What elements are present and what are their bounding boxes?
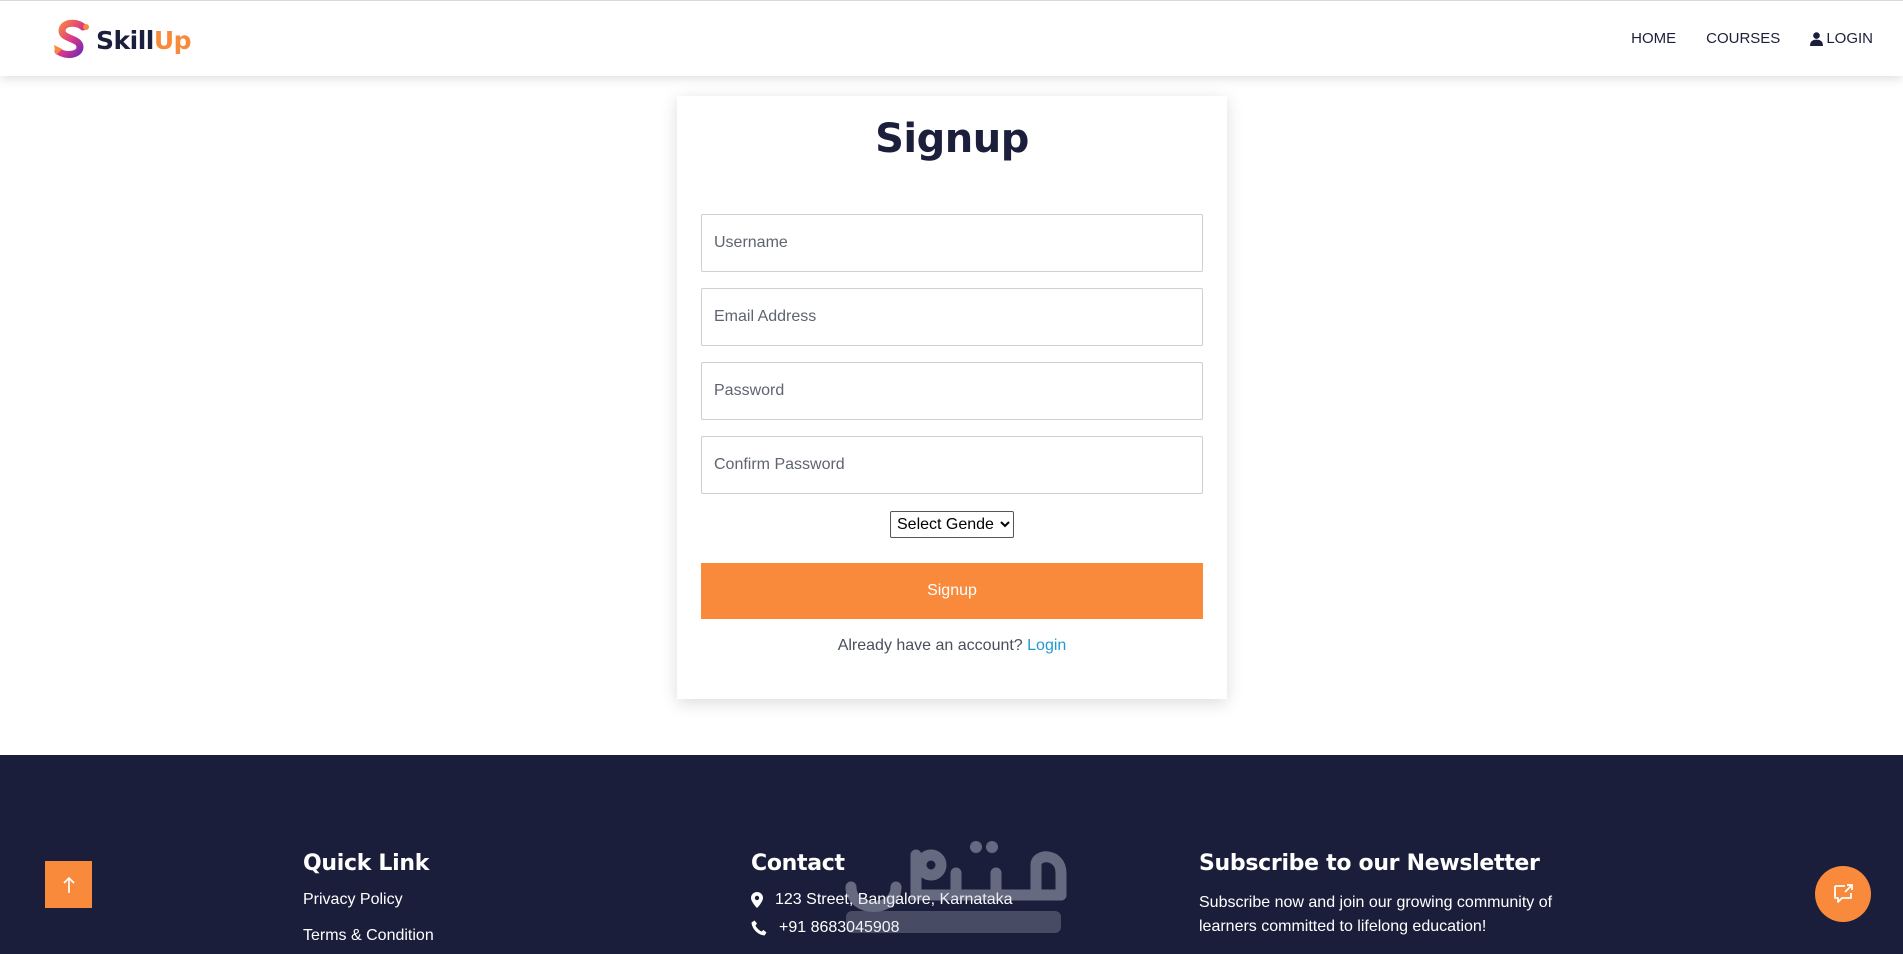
login-link[interactable]: Login [1027, 637, 1066, 654]
quick-links-column: Quick Link Privacy Policy Terms & Condit… [303, 851, 434, 954]
arrow-up-icon [62, 876, 75, 893]
main-nav: HOME COURSES LOGIN [1601, 30, 1873, 47]
login-prompt-text: Already have an account? [837, 637, 1023, 654]
quick-links-title: Quick Link [303, 851, 430, 876]
privacy-policy-link[interactable]: Privacy Policy [303, 891, 434, 909]
contact-column: Contact 123 Street, Bangalore, Karnataka… [751, 851, 1013, 947]
confirm-password-input[interactable] [701, 436, 1203, 494]
contact-address: 123 Street, Bangalore, Karnataka [751, 891, 1013, 909]
username-input[interactable] [701, 214, 1203, 272]
page-title: Signup [875, 116, 1029, 162]
terms-link[interactable]: Terms & Condition [303, 927, 434, 945]
chat-button[interactable] [1815, 866, 1871, 922]
chat-icon [1834, 884, 1853, 903]
nav-courses[interactable]: COURSES [1706, 30, 1780, 47]
phone-icon [751, 920, 767, 936]
nav-home[interactable]: HOME [1631, 30, 1676, 47]
nav-login-label: LOGIN [1826, 30, 1873, 47]
brand-name: SkillUp [96, 25, 192, 55]
contact-title: Contact [751, 851, 845, 876]
newsletter-text: Subscribe now and join our growing commu… [1199, 894, 1553, 935]
contact-phone: +91 8683045908 [751, 919, 1013, 937]
logo-icon [54, 19, 89, 58]
address-text: 123 Street, Bangalore, Karnataka [775, 891, 1013, 908]
email-input[interactable] [701, 288, 1203, 346]
password-input[interactable] [701, 362, 1203, 420]
signup-card: Signup Select Gender Signup Already have… [677, 96, 1227, 699]
newsletter-column: Subscribe to our Newsletter Subscribe no… [1199, 851, 1579, 939]
map-pin-icon [751, 892, 763, 908]
scroll-top-button[interactable] [45, 861, 92, 908]
gender-select[interactable]: Select Gender [890, 511, 1014, 538]
site-footer: Quick Link Privacy Policy Terms & Condit… [0, 755, 1903, 954]
phone-text: +91 8683045908 [779, 919, 900, 936]
login-prompt: Already have an account? Login [677, 637, 1227, 655]
signup-button[interactable]: Signup [701, 563, 1203, 619]
brand-logo[interactable]: SkillUp [50, 19, 192, 61]
user-icon [1810, 31, 1824, 46]
nav-login[interactable]: LOGIN [1810, 30, 1873, 47]
site-header: SkillUp HOME COURSES LOGIN [0, 0, 1903, 76]
newsletter-title: Subscribe to our Newsletter [1199, 851, 1540, 876]
